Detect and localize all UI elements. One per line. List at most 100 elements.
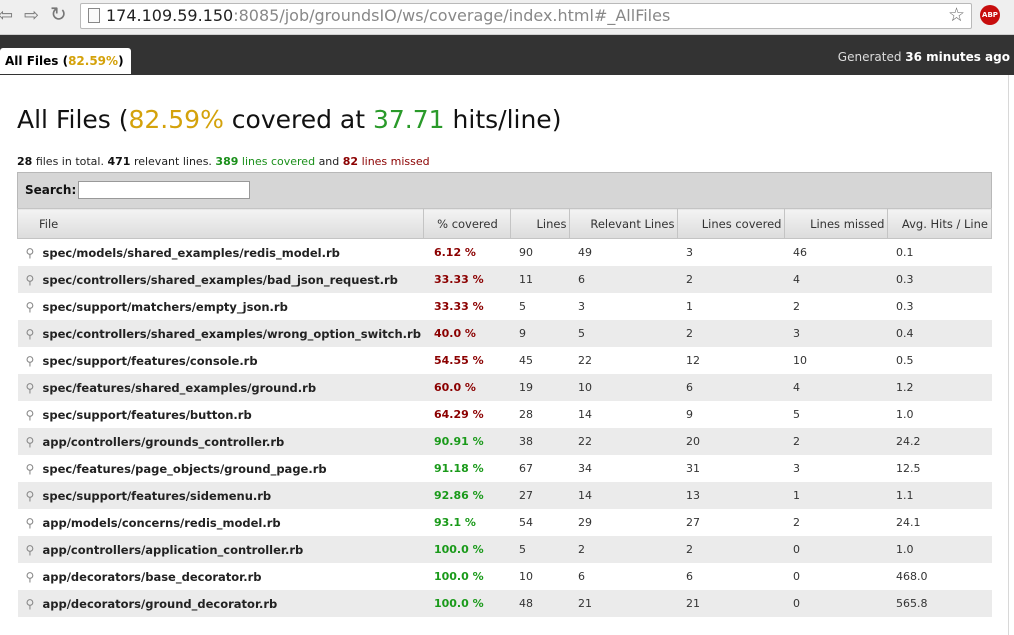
avg-hits-cell: 565.8 — [887, 590, 992, 617]
missed-text: lines missed — [361, 155, 430, 168]
lines-missed-cell: 0 — [784, 536, 888, 563]
percent-covered-cell: 100.0 % — [423, 536, 511, 563]
covered-count: 389 — [215, 155, 239, 168]
lines-covered-cell: 6 — [677, 374, 785, 401]
column-header-lines-missed[interactable]: Lines missed — [784, 208, 889, 239]
magnifier-icon[interactable]: ⚲ — [26, 462, 40, 476]
adblock-icon[interactable]: ABP — [980, 5, 1000, 25]
file-cell: ⚲ app/decorators/ground_decorator.rb — [17, 590, 424, 617]
relevant-lines-cell: 6 — [569, 266, 678, 293]
file-link[interactable]: app/decorators/base_decorator.rb — [43, 570, 262, 584]
file-link[interactable]: spec/support/features/sidemenu.rb — [43, 489, 272, 503]
lines-covered-cell: 9 — [685, 408, 693, 421]
file-link[interactable]: spec/support/features/console.rb — [43, 354, 258, 368]
file-cell: ⚲ spec/models/shared_examples/redis_model… — [18, 239, 424, 267]
relevant-lines-cell: 5 — [569, 320, 678, 347]
avg-hits-cell: 24.1 — [895, 516, 921, 529]
relevant-lines-cell: 14 — [569, 482, 678, 509]
lines-missed-cell: 46 — [792, 246, 807, 259]
lines-missed-cell: 4 — [784, 374, 888, 401]
percent-covered-cell: 64.29 % — [433, 408, 484, 421]
file-link[interactable]: spec/features/page_objects/ground_page.r… — [43, 462, 327, 476]
title-prefix: All Files ( — [17, 105, 129, 134]
magnifier-icon[interactable]: ⚲ — [26, 246, 40, 260]
table-row: ⚲ spec/features/shared_examples/ground.rb… — [17, 374, 992, 401]
title-coverage: 82.59% — [128, 105, 224, 134]
url-text[interactable]: 174.109.59.150:8085/job/groundsIO/ws/cov… — [106, 6, 670, 25]
lines-covered-cell: 21 — [677, 590, 785, 617]
column-header-file[interactable]: File — [16, 208, 425, 239]
table-row: ⚲ spec/features/page_objects/ground_page.… — [18, 455, 992, 482]
file-link[interactable]: spec/features/shared_examples/ground.rb — [43, 381, 317, 395]
magnifier-icon[interactable]: ⚲ — [26, 516, 40, 530]
title-suffix: hits/line) — [452, 105, 562, 134]
magnifier-icon[interactable]: ⚲ — [26, 381, 40, 395]
lines-cell: 9 — [510, 320, 570, 347]
file-cell: ⚲ app/controllers/grounds_controller.rb — [17, 428, 424, 455]
file-link[interactable]: spec/support/matchers/empty_json.rb — [43, 300, 288, 314]
magnifier-icon[interactable]: ⚲ — [26, 597, 40, 611]
table-row: ⚲ app/decorators/ground_decorator.rb 100.0… — [17, 590, 992, 617]
address-bar[interactable]: 174.109.59.150:8085/job/groundsIO/ws/cov… — [80, 3, 972, 29]
file-link[interactable]: spec/controllers/shared_examples/wrong_o… — [43, 327, 421, 341]
file-link[interactable]: app/decorators/ground_decorator.rb — [43, 597, 278, 611]
relevant-lines-cell: 49 — [577, 246, 592, 259]
relevant-lines-cell: 22 — [577, 354, 592, 367]
magnifier-icon[interactable]: ⚲ — [26, 354, 40, 368]
lines-missed-cell: 1 — [784, 482, 888, 509]
file-link[interactable]: spec/controllers/shared_examples/bad_jso… — [43, 273, 398, 287]
percent-covered-cell: 40.0 % — [423, 320, 511, 347]
tab-all-files[interactable]: All Files (82.59%) — [0, 48, 131, 74]
forward-arrow-icon[interactable]: ⇨ — [24, 6, 39, 26]
magnifier-icon[interactable]: ⚲ — [26, 273, 40, 287]
lines-covered-cell: 31 — [685, 462, 700, 475]
column-header-lines-covered[interactable]: Lines covered — [677, 208, 786, 239]
table-row: ⚲ app/decorators/base_decorator.rb 100.0 %… — [18, 563, 992, 590]
lines-cell: 28 — [518, 408, 533, 421]
magnifier-icon[interactable]: ⚲ — [26, 327, 40, 341]
reload-icon[interactable]: ↻ — [50, 4, 67, 24]
magnifier-icon[interactable]: ⚲ — [26, 300, 40, 314]
file-link[interactable]: spec/support/features/button.rb — [43, 408, 252, 422]
lines-covered-cell: 20 — [677, 428, 785, 455]
relevant-lines-cell: 21 — [569, 590, 678, 617]
avg-hits-cell: 0.3 — [887, 266, 992, 293]
lines-missed-cell: 2 — [792, 300, 800, 313]
lines-cell: 11 — [510, 266, 570, 293]
column-header-relevant-lines[interactable]: Relevant Lines — [569, 208, 679, 239]
magnifier-icon[interactable]: ⚲ — [26, 408, 40, 422]
magnifier-icon[interactable]: ⚲ — [26, 489, 40, 503]
magnifier-icon[interactable]: ⚲ — [26, 543, 40, 557]
lines-missed-cell: 3 — [792, 462, 800, 475]
files-count: 28 — [17, 155, 33, 168]
table-row: ⚲ spec/support/features/sidemenu.rb 92.86 … — [17, 482, 992, 509]
lines-cell: 38 — [510, 428, 570, 455]
lines-covered-cell: 12 — [685, 354, 700, 367]
coverage-table: File % covered Lines Relevant Lines Line… — [16, 208, 992, 617]
magnifier-icon[interactable]: ⚲ — [26, 570, 40, 584]
avg-hits-cell: 1.2 — [887, 374, 992, 401]
file-link[interactable]: app/controllers/application_controller.r… — [43, 543, 304, 557]
file-cell: ⚲ app/models/concerns/redis_model.rb — [18, 509, 424, 536]
lines-cell: 19 — [510, 374, 570, 401]
column-header-percent-covered[interactable]: % covered — [423, 208, 512, 239]
column-header-avg-hits[interactable]: Avg. Hits / Line — [887, 208, 992, 239]
file-link[interactable]: app/models/concerns/redis_model.rb — [43, 516, 281, 530]
avg-hits-cell: 0.3 — [895, 300, 914, 313]
file-link[interactable]: spec/models/shared_examples/redis_model.… — [43, 246, 340, 260]
column-header-lines[interactable]: Lines — [510, 208, 571, 239]
lines-cell: 67 — [518, 462, 533, 475]
tab-label: All Files — [5, 54, 59, 68]
file-cell: ⚲ spec/controllers/shared_examples/wrong_… — [17, 320, 424, 347]
search-input[interactable] — [78, 181, 250, 199]
avg-hits-cell: 0.5 — [895, 354, 914, 367]
table-row: ⚲ app/controllers/application_controller.… — [17, 536, 992, 563]
file-cell: ⚲ spec/support/features/sidemenu.rb — [17, 482, 424, 509]
magnifier-icon[interactable]: ⚲ — [26, 435, 40, 449]
back-arrow-icon[interactable]: ⇦ — [0, 6, 13, 26]
file-cell: ⚲ app/decorators/base_decorator.rb — [18, 563, 424, 590]
lines-covered-cell: 13 — [677, 482, 785, 509]
bookmark-star-icon[interactable]: ☆ — [948, 4, 965, 26]
summary-stats: 28 files in total. 471 relevant lines. 3… — [17, 155, 430, 168]
file-link[interactable]: app/controllers/grounds_controller.rb — [43, 435, 285, 449]
